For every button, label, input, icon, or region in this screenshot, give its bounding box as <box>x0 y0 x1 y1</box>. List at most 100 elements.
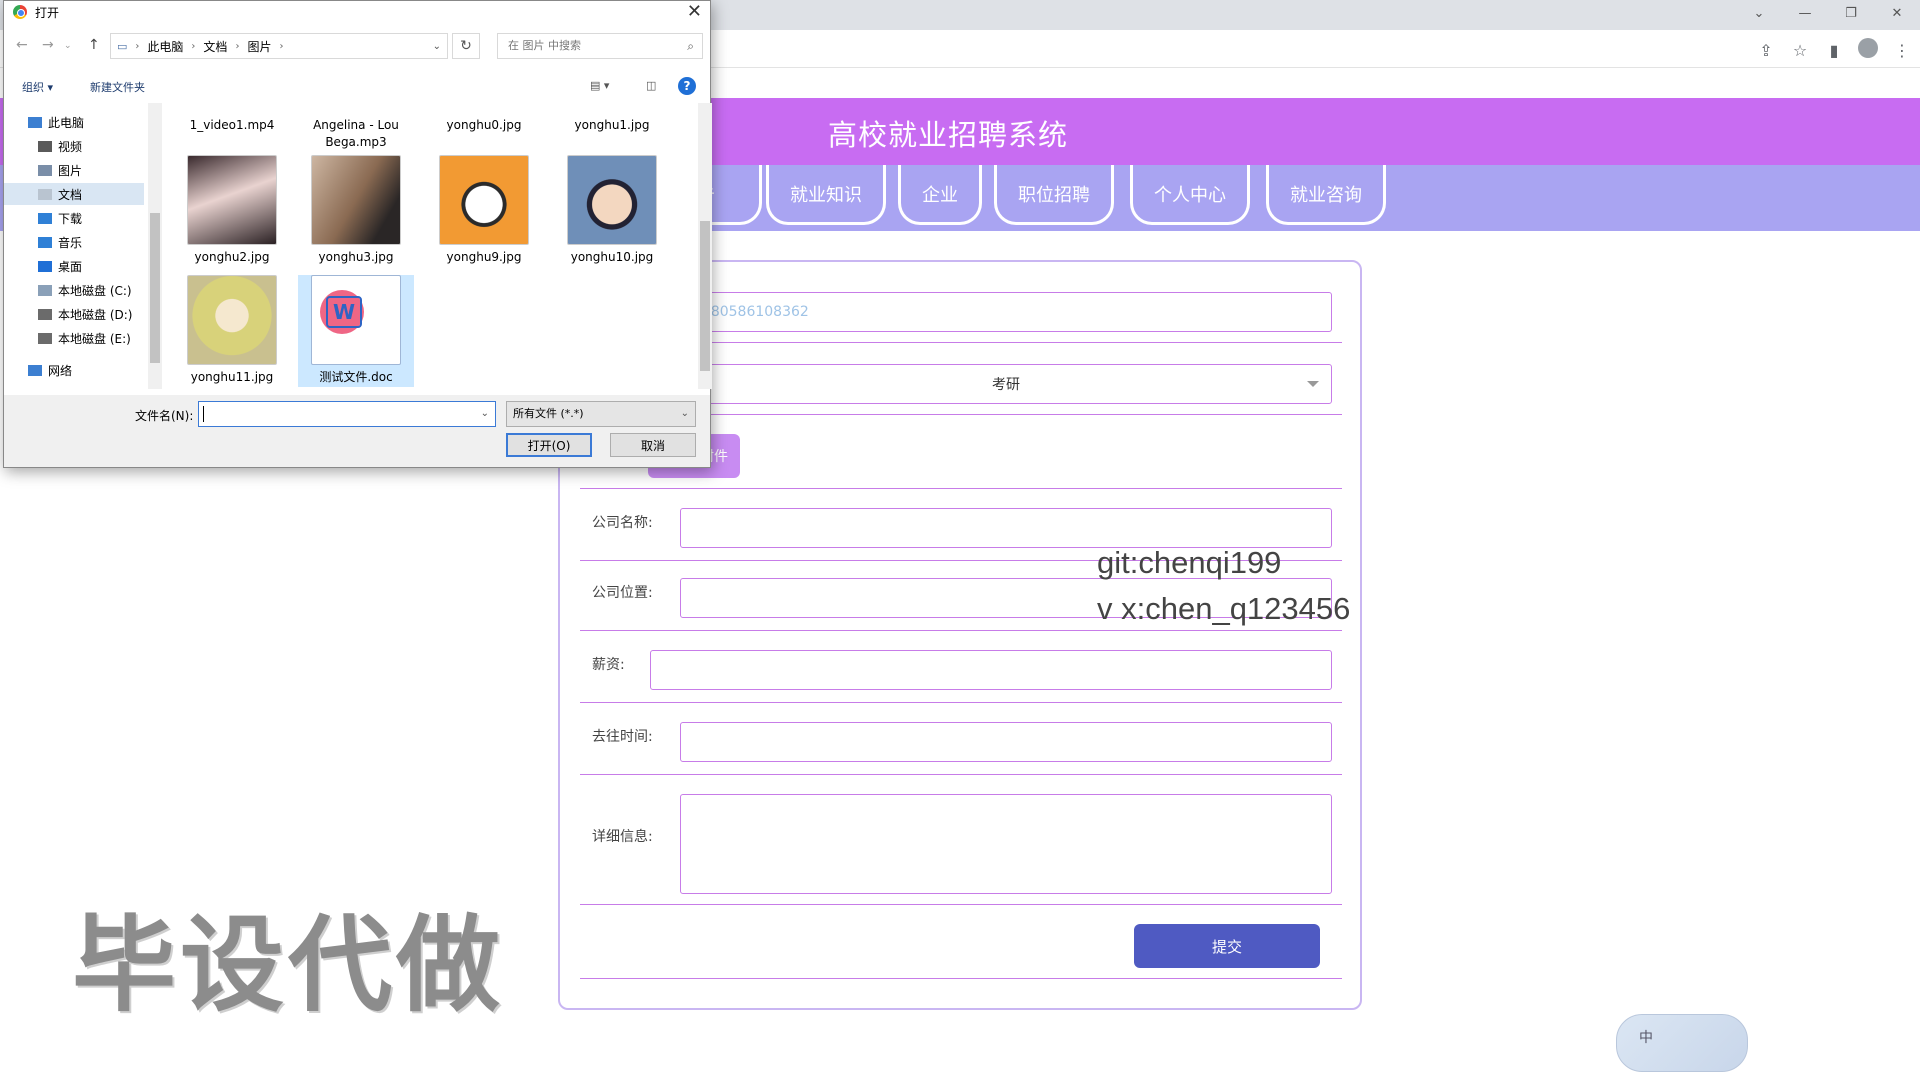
search-icon: ⌕ <box>687 39 694 53</box>
nav-item-knowledge[interactable]: 就业知识 <box>766 165 886 225</box>
menu-icon[interactable]: ⋮ <box>1892 41 1912 60</box>
salary-label: 薪资: <box>592 657 625 673</box>
forward-arrow-icon[interactable]: → <box>42 37 54 53</box>
id-field[interactable]: 1680586108362 <box>680 292 1332 332</box>
go-time-field[interactable] <box>680 722 1332 762</box>
file-item-selected[interactable]: W 测试文件.doc <box>298 275 414 387</box>
breadcrumb-documents[interactable]: 文档 <box>203 38 227 55</box>
filetype-select[interactable]: 所有文件 (*.*) ⌄ <box>506 401 696 427</box>
details-textarea[interactable] <box>680 794 1332 894</box>
tree-item-pc[interactable]: 此电脑 <box>4 111 144 133</box>
nav-item-jobs[interactable]: 职位招聘 <box>994 165 1114 225</box>
tree-item-downloads[interactable]: 下载 <box>4 207 144 229</box>
nav-item-personal[interactable]: 个人中心 <box>1130 165 1250 225</box>
tree-item-desktop[interactable]: 桌面 <box>4 255 144 277</box>
image-thumbnail <box>439 155 529 245</box>
share-icon[interactable]: ⇪ <box>1756 41 1776 60</box>
file-item[interactable]: Angelina - Lou Bega.mp3 <box>298 117 414 151</box>
close-icon[interactable]: ✕ <box>687 1 702 22</box>
file-item[interactable]: yonghu1.jpg <box>554 117 670 134</box>
chevron-down-icon[interactable]: ⌄ <box>481 408 489 419</box>
form-divider <box>580 702 1342 703</box>
star-icon[interactable]: ☆ <box>1790 41 1810 60</box>
form-divider <box>580 978 1342 979</box>
tree-item-drive-e[interactable]: 本地磁盘 (E:) <box>4 327 144 349</box>
submit-button[interactable]: 提交 <box>1134 924 1320 968</box>
image-thumbnail <box>187 275 277 365</box>
chevron-down-icon <box>1307 381 1319 387</box>
file-item[interactable]: yonghu11.jpg <box>174 275 290 386</box>
dialog-search-input[interactable]: 在 图片 中搜索 ⌕ <box>497 33 703 59</box>
company-location-label: 公司位置: <box>592 585 653 601</box>
breadcrumb-pc[interactable]: 此电脑 <box>147 38 183 55</box>
ime-mode-label: 中 <box>1639 1030 1653 1046</box>
restore-button[interactable]: ❐ <box>1828 6 1874 21</box>
file-item[interactable]: yonghu3.jpg <box>298 155 414 266</box>
site-title: 高校就业招聘系统 <box>828 118 1069 152</box>
organize-menu[interactable]: 组织 ▾ <box>22 79 53 95</box>
search-placeholder: 在 图片 中搜索 <box>508 39 581 52</box>
image-thumbnail <box>311 155 401 245</box>
nav-item-consult[interactable]: 就业咨询 <box>1266 165 1386 225</box>
company-name-label: 公司名称: <box>592 515 653 531</box>
watermark-wx: v x:chen_q123456 <box>1097 591 1351 626</box>
tree-item-music[interactable]: 音乐 <box>4 231 144 253</box>
filename-input[interactable]: ⌄ <box>198 401 496 427</box>
close-window-button[interactable]: ✕ <box>1874 6 1920 21</box>
salary-field[interactable] <box>650 650 1332 690</box>
files-scroll-thumb[interactable] <box>700 221 710 371</box>
type-select[interactable]: 考研 <box>680 364 1332 404</box>
watermark-contact: git:chenqi199 v x:chen_q123456 <box>1097 540 1350 632</box>
tab-search-icon[interactable]: ⌄ <box>1736 6 1782 21</box>
tree-item-network[interactable]: 网络 <box>4 359 144 381</box>
ime-widget[interactable]: 中 <box>1616 1014 1748 1072</box>
address-bar[interactable]: ▭ › 此电脑 › 文档 › 图片 › ⌄ <box>110 33 448 59</box>
tree-item-videos[interactable]: 视频 <box>4 135 144 157</box>
sidebar-scrollbar[interactable] <box>148 103 162 389</box>
file-item[interactable]: yonghu10.jpg <box>554 155 670 266</box>
profile-icon[interactable] <box>1858 38 1878 62</box>
dialog-footer: 文件名(N): ⌄ 所有文件 (*.*) ⌄ 打开(O) 取消 <box>4 395 710 467</box>
cancel-button[interactable]: 取消 <box>610 433 696 457</box>
dialog-sidebar: 此电脑 视频 图片 文档 下载 音乐 桌面 本地磁盘 (C:) 本地磁盘 (D:… <box>4 101 146 389</box>
recent-chevron-icon[interactable]: ⌄ <box>64 41 72 51</box>
file-item[interactable]: 1_video1.mp4 <box>174 117 290 134</box>
tree-item-documents[interactable]: 文档 <box>4 183 144 205</box>
refresh-icon[interactable]: ↻ <box>452 33 480 59</box>
view-options-icon[interactable]: ▤ ▾ <box>590 79 609 92</box>
tree-item-pictures[interactable]: 图片 <box>4 159 144 181</box>
form-divider <box>580 904 1342 905</box>
go-time-label: 去往时间: <box>592 729 653 745</box>
sidebar-icon[interactable]: ▮ <box>1824 41 1844 60</box>
file-item[interactable]: yonghu2.jpg <box>174 155 290 266</box>
address-dropdown-icon[interactable]: ⌄ <box>433 41 441 52</box>
file-item[interactable]: yonghu9.jpg <box>426 155 542 266</box>
help-icon[interactable]: ? <box>678 77 696 95</box>
video-folder-icon <box>38 140 52 152</box>
details-label: 详细信息: <box>592 829 653 845</box>
drive-icon <box>38 308 52 320</box>
file-item[interactable]: yonghu0.jpg <box>426 117 542 134</box>
pictures-folder-icon <box>38 164 52 176</box>
files-scrollbar[interactable] <box>698 103 712 389</box>
chrome-icon <box>13 5 27 19</box>
sidebar-scroll-thumb[interactable] <box>150 213 160 363</box>
tree-item-drive-c[interactable]: 本地磁盘 (C:) <box>4 279 144 301</box>
type-select-value: 考研 <box>992 377 1020 393</box>
minimize-button[interactable]: — <box>1782 6 1828 21</box>
music-note-icon <box>38 236 52 248</box>
watermark-git: git:chenqi199 <box>1097 545 1282 580</box>
watermark-big-text: 毕设代做 <box>72 904 505 1026</box>
open-button[interactable]: 打开(O) <box>506 433 592 457</box>
preview-pane-icon[interactable]: ◫ <box>646 79 656 92</box>
breadcrumb-pictures[interactable]: 图片 <box>247 38 271 55</box>
drive-icon <box>38 332 52 344</box>
back-arrow-icon[interactable]: ← <box>16 37 28 53</box>
tree-item-drive-d[interactable]: 本地磁盘 (D:) <box>4 303 144 325</box>
dialog-nav: ← → ⌄ ↑ ▭ › 此电脑 › 文档 › 图片 › ⌄ ↻ 在 图片 中搜索… <box>4 29 710 65</box>
up-arrow-icon[interactable]: ↑ <box>88 37 100 53</box>
file-open-dialog: 打开 ✕ ← → ⌄ ↑ ▭ › 此电脑 › 文档 › 图片 › ⌄ ↻ 在 图… <box>3 0 712 468</box>
new-folder-button[interactable]: 新建文件夹 <box>90 79 145 95</box>
form-divider <box>580 488 1342 489</box>
nav-item-company[interactable]: 企业 <box>898 165 982 225</box>
